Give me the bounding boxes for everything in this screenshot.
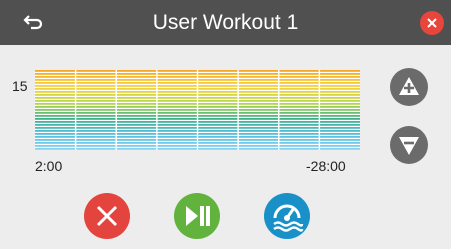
plus-icon: [399, 77, 419, 95]
minus-icon: [399, 137, 419, 155]
decrease-level-button[interactable]: [390, 126, 428, 164]
stop-button[interactable]: [84, 193, 130, 239]
water-speed-icon: [273, 204, 304, 232]
stop-x-icon: [96, 205, 118, 227]
elapsed-time: 2:00: [35, 158, 63, 174]
level-label: 15: [12, 78, 28, 94]
profile-bars: [35, 70, 360, 150]
increase-level-button[interactable]: [390, 68, 428, 106]
page-title: User Workout 1: [152, 11, 299, 34]
workout-profile-chart: [35, 70, 360, 150]
play-pause-icon: [186, 206, 210, 226]
close-button[interactable]: [420, 11, 444, 35]
remaining-time: -28:00: [306, 158, 346, 174]
water-mode-button[interactable]: [264, 193, 310, 239]
close-icon: [427, 18, 437, 28]
play-pause-button[interactable]: [174, 193, 220, 239]
title-bar: User Workout 1: [0, 0, 451, 45]
